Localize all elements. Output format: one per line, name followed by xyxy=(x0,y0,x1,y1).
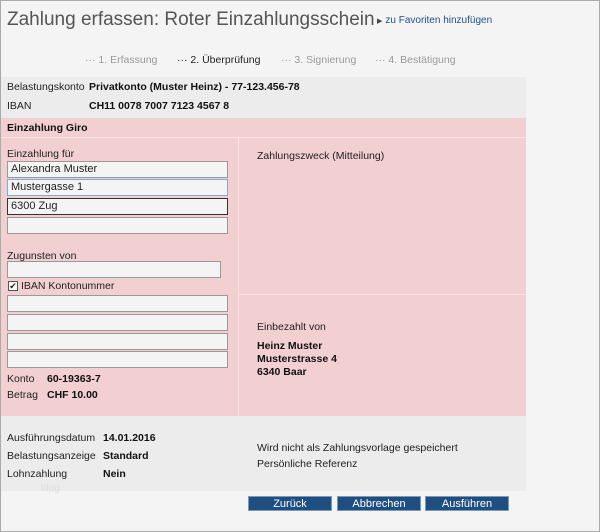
konto-label: Konto xyxy=(7,373,35,385)
step-3: ··· 3. Signierung xyxy=(281,54,357,66)
beneficiary-input[interactable] xyxy=(7,261,221,278)
cancel-button[interactable]: Abbrechen xyxy=(337,496,421,511)
debit-account-value: Privatkonto (Muster Heinz) - 77-123.456-… xyxy=(89,81,300,93)
payer-line: 6340 Baar xyxy=(257,366,307,378)
step-4: ··· 4. Bestätigung xyxy=(375,54,456,66)
payee-label: Einzahlung für xyxy=(7,148,75,160)
detail-value: Standard xyxy=(103,450,149,462)
beneficiary-line-1[interactable] xyxy=(7,295,228,312)
beneficiary-line-4[interactable] xyxy=(7,351,228,368)
payee-line-3[interactable]: 6300 Zug xyxy=(7,198,228,215)
payer-line: Musterstrasse 4 xyxy=(257,353,337,365)
betrag-label: Betrag xyxy=(7,389,38,401)
konto-value: 60-19363-7 xyxy=(47,373,101,385)
payer-label: Einbezahlt von xyxy=(257,321,326,333)
favorite-link-label: zu Favoriten hinzufügen xyxy=(385,15,493,26)
detail-value: Nein xyxy=(103,468,126,480)
payer-line: Heinz Muster xyxy=(257,340,323,352)
triangle-right-icon: ▶ xyxy=(377,18,383,25)
watermark: blog xyxy=(41,483,60,494)
iban-value: CH11 0078 7007 7123 4567 8 xyxy=(89,100,230,112)
iban-checkbox[interactable]: ✔ xyxy=(8,281,18,291)
beneficiary-line-2[interactable] xyxy=(7,314,228,331)
section-title: Einzahlung Giro xyxy=(7,122,88,134)
debit-account-label: Belastungskonto xyxy=(7,81,85,93)
payee-line-4[interactable] xyxy=(7,217,228,234)
reference-note: Persönliche Referenz xyxy=(257,458,358,470)
step-2: ··· 2. Überprüfung xyxy=(177,54,261,66)
beneficiary-line-3[interactable] xyxy=(7,333,228,350)
payee-line-2[interactable]: Mustergasse 1 xyxy=(7,179,228,196)
payee-line-1[interactable]: Alexandra Muster xyxy=(7,161,228,178)
iban-label: IBAN xyxy=(7,100,32,112)
detail-label: Ausführungsdatum xyxy=(7,432,96,444)
iban-checkbox-label: IBAN Kontonummer xyxy=(21,280,115,292)
divider xyxy=(239,294,526,295)
step-1: ··· 1. Erfassung xyxy=(85,54,158,66)
purpose-label: Zahlungszweck (Mitteilung) xyxy=(257,150,385,162)
betrag-value: CHF 10.00 xyxy=(47,389,98,401)
detail-value: 14.01.2016 xyxy=(103,432,156,444)
detail-label: Belastungsanzeige xyxy=(7,450,96,462)
divider xyxy=(238,138,239,416)
detail-label: Lohnzahlung xyxy=(7,468,68,480)
back-button[interactable]: Zurück xyxy=(248,496,332,511)
template-note: Wird nicht als Zahlungsvorlage gespeiche… xyxy=(257,442,458,454)
page-title: Zahlung erfassen: Roter Einzahlungsschei… xyxy=(7,9,375,30)
execute-button[interactable]: Ausführen xyxy=(425,496,509,511)
add-favorite-link[interactable]: ▶ zu Favoriten hinzufügen xyxy=(377,15,492,26)
